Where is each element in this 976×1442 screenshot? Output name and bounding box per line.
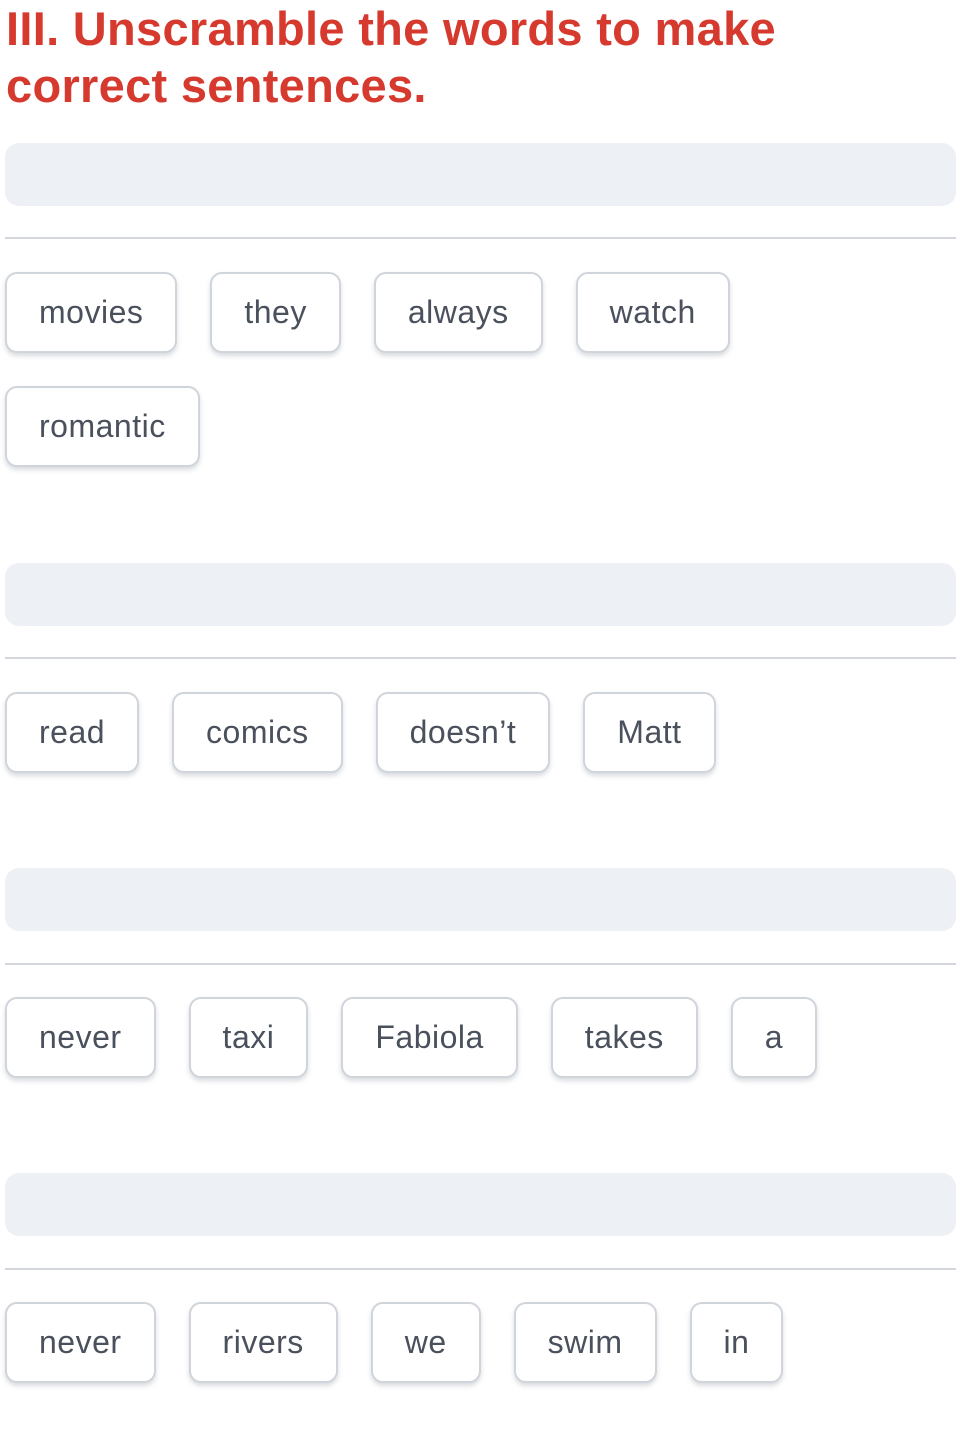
word-chip[interactable]: rivers — [188, 1302, 338, 1383]
word-bank: never rivers we swim in — [5, 1302, 784, 1383]
divider — [5, 657, 956, 659]
word-bank: never taxi Fabiola takes a — [5, 997, 818, 1078]
word-chip[interactable]: read — [5, 692, 140, 773]
heading-line-2: correct sentences. — [6, 59, 427, 112]
answer-dropzone[interactable] — [5, 868, 956, 931]
answer-dropzone[interactable] — [5, 1173, 956, 1236]
divider — [5, 963, 956, 965]
word-chip[interactable]: Matt — [583, 692, 716, 773]
word-chip[interactable]: never — [5, 997, 156, 1078]
word-chip[interactable]: a — [730, 997, 818, 1078]
word-chip[interactable]: we — [370, 1302, 481, 1383]
word-chip[interactable]: they — [210, 272, 341, 353]
answer-dropzone[interactable] — [5, 563, 956, 626]
word-chip[interactable]: romantic — [5, 386, 200, 467]
word-bank-row-2: romantic — [5, 386, 200, 467]
word-chip[interactable]: in — [689, 1302, 784, 1383]
word-chip[interactable]: comics — [172, 692, 343, 773]
divider — [5, 1268, 956, 1270]
word-chip[interactable]: Fabiola — [341, 997, 518, 1078]
word-chip[interactable]: takes — [550, 997, 698, 1078]
word-chip[interactable]: watch — [575, 272, 730, 353]
instructions-heading: III. Unscramble the words to make correc… — [6, 0, 966, 114]
word-chip[interactable]: movies — [5, 272, 178, 353]
word-chip[interactable]: never — [5, 1302, 156, 1383]
answer-dropzone[interactable] — [5, 143, 956, 206]
divider — [5, 237, 956, 239]
word-chip[interactable]: doesn’t — [375, 692, 551, 773]
word-bank: read comics doesn’t Matt — [5, 692, 716, 773]
word-chip[interactable]: swim — [513, 1302, 657, 1383]
word-chip[interactable]: always — [373, 272, 543, 353]
word-bank: movies they always watch — [5, 272, 730, 353]
word-chip[interactable]: taxi — [188, 997, 309, 1078]
heading-line-1: III. Unscramble the words to make — [6, 2, 776, 55]
